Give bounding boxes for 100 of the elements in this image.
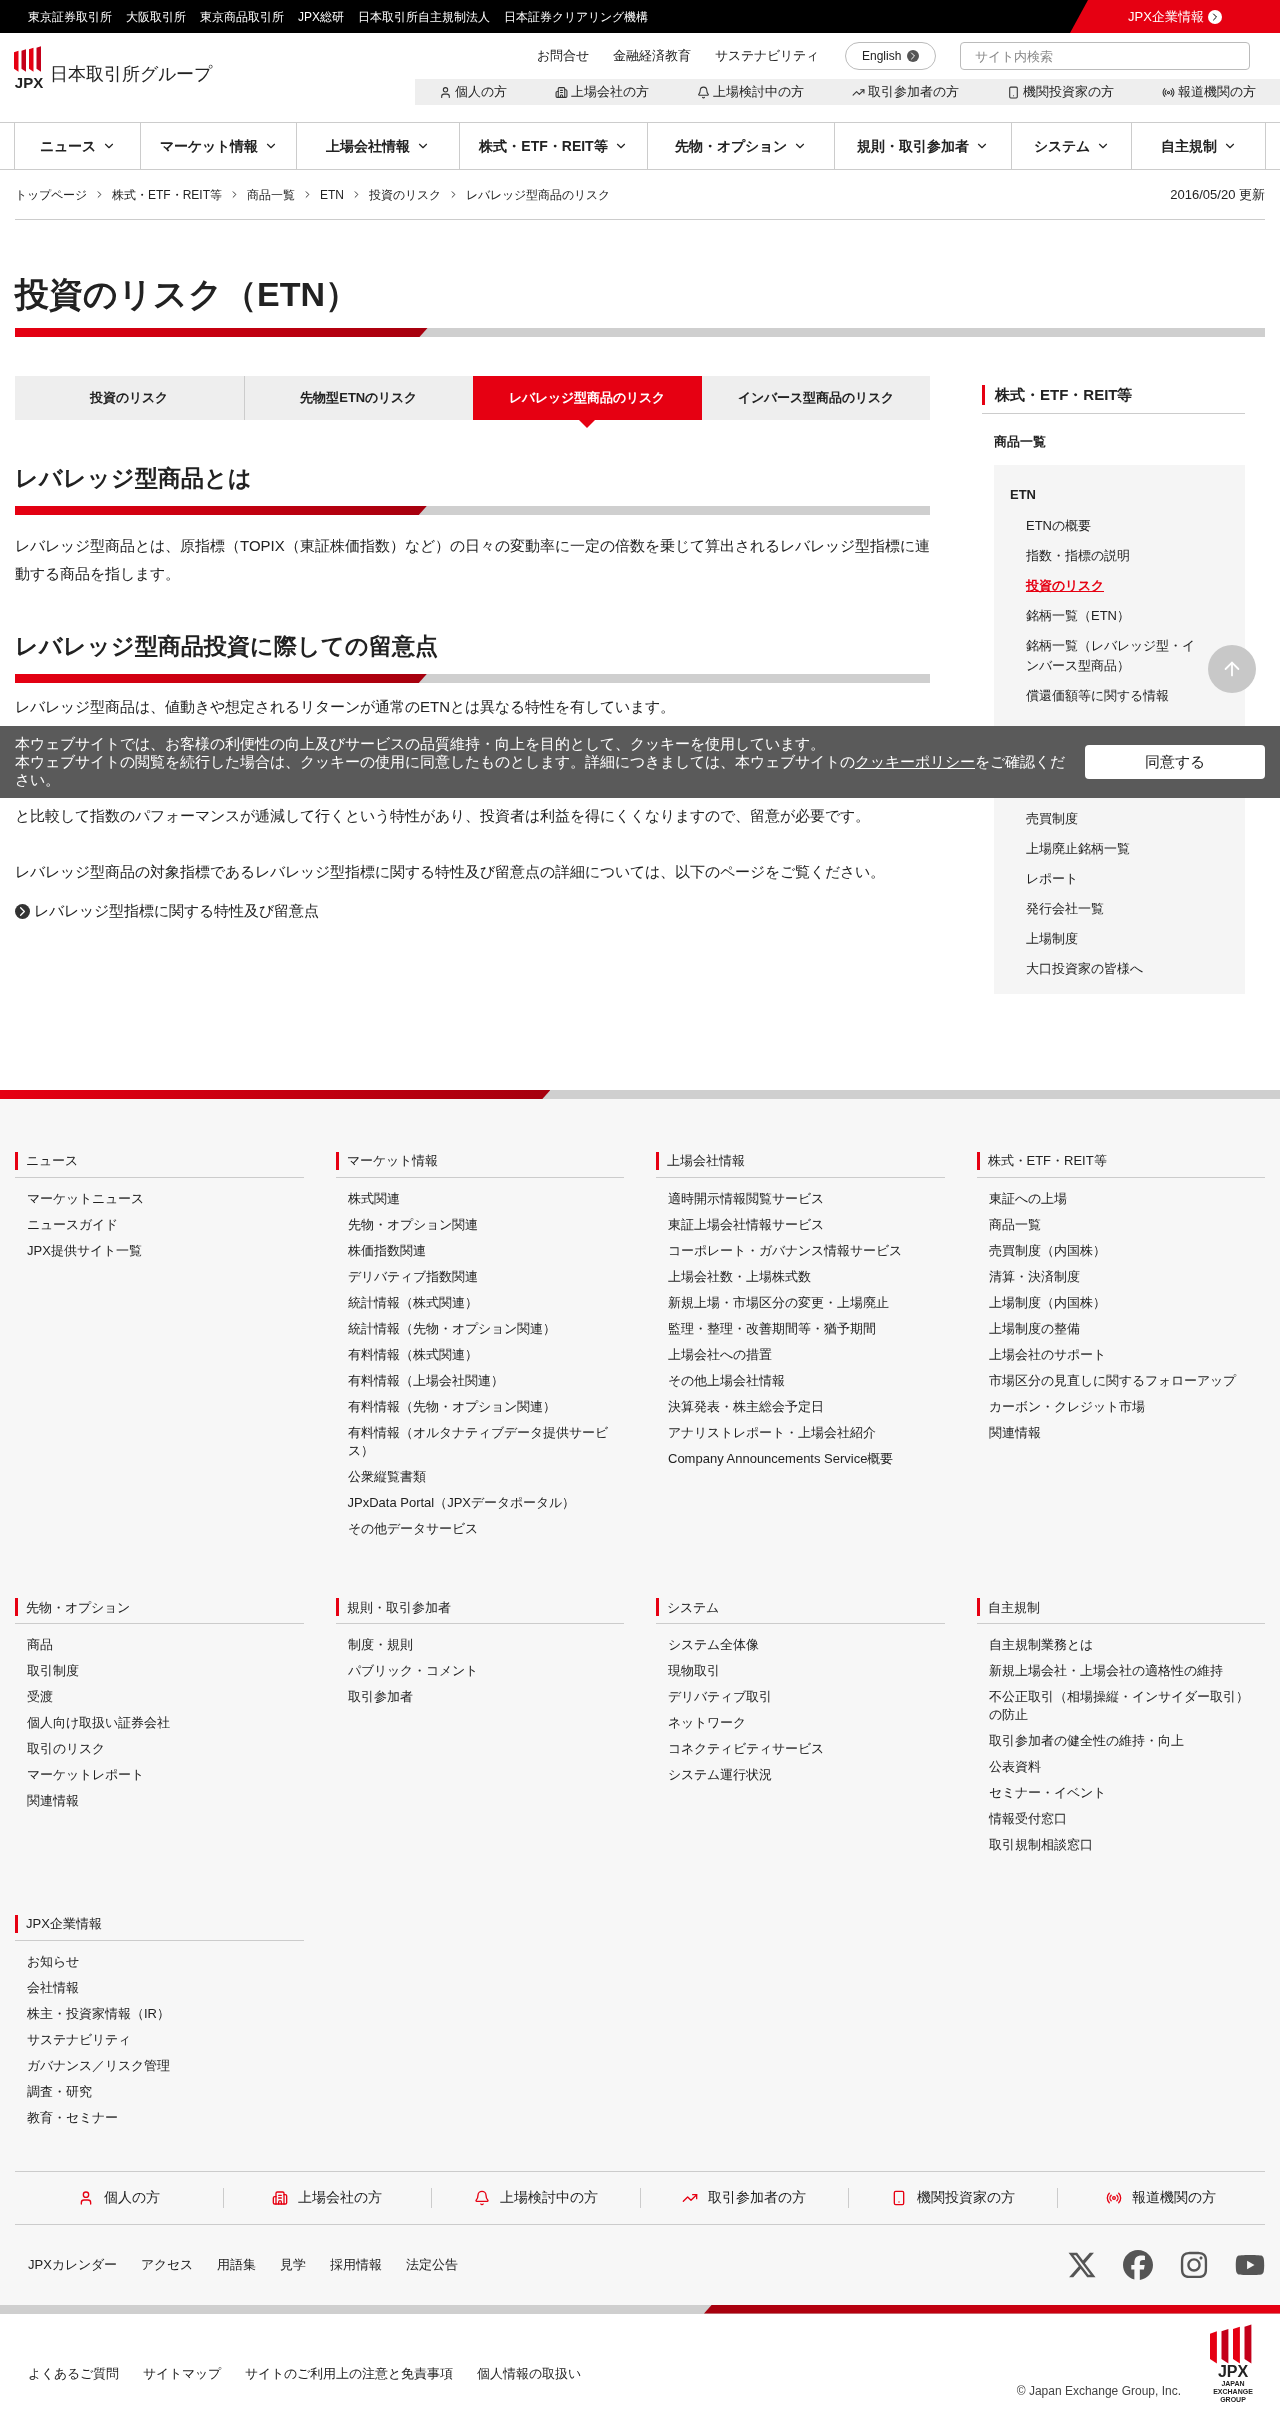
breadcrumb-link[interactable]: 投資のリスク [369, 185, 441, 204]
footer-link[interactable]: 関連情報 [988, 1419, 1265, 1446]
audience-link[interactable]: 上場検討中の方 [697, 82, 804, 102]
sidebar-item[interactable]: ETN [1010, 485, 1229, 505]
footer-link[interactable]: 取引参加者 [347, 1684, 624, 1710]
footer-link[interactable]: システム運行状況 [668, 1762, 945, 1788]
nav-item[interactable]: ニュース [14, 123, 140, 169]
footer-link[interactable]: ネットワーク [668, 1710, 945, 1736]
footer-link[interactable]: 取引参加者の健全性の維持・向上 [988, 1728, 1265, 1754]
footer-link[interactable]: 上場会社のサポート [988, 1341, 1265, 1368]
footer-link[interactable]: 売買制度（内国株） [988, 1237, 1265, 1264]
footer-link[interactable]: 有料情報（先物・オプション関連） [347, 1393, 624, 1420]
nav-item[interactable]: 先物・オプション [647, 123, 834, 169]
footer-link[interactable]: JPxData Portal（JPXデータポータル） [347, 1489, 624, 1516]
footer-link[interactable]: JPXカレンダー [28, 2254, 117, 2275]
sidebar-item[interactable]: 償還価額等に関する情報 [1010, 680, 1169, 711]
sidebar-item[interactable]: 指数・指標の説明 [1010, 540, 1130, 571]
footer-link[interactable]: 取引のリスク [27, 1736, 304, 1762]
footer-link[interactable]: その他上場会社情報 [668, 1367, 945, 1394]
footer-link[interactable]: 用語集 [216, 2254, 256, 2275]
footer-link[interactable]: 適時開示情報閲覧サービス [668, 1185, 945, 1212]
sidebar-item[interactable]: 大口投資家の皆様へ [1010, 954, 1143, 984]
footer-link[interactable]: 上場制度の整備 [988, 1315, 1265, 1342]
footer-link[interactable]: Company Announcements Service概要 [668, 1445, 945, 1472]
footer-link[interactable]: 教育・セミナー [27, 2104, 304, 2131]
footer-link[interactable]: 商品一覧 [988, 1211, 1265, 1238]
sidebar-item[interactable]: レポート [1010, 864, 1078, 894]
top-bar-link[interactable]: 東京商品取引所 [200, 7, 284, 26]
nav-item[interactable]: マーケット情報 [140, 123, 296, 169]
footer-link[interactable]: JPX提供サイト一覧 [27, 1237, 304, 1264]
audience-link[interactable]: 上場会社の方 [555, 82, 649, 102]
top-bar-link[interactable]: 大阪取引所 [126, 7, 186, 26]
footer-link[interactable]: パブリック・コメント [347, 1658, 624, 1684]
tab[interactable]: 投資のリスク [15, 376, 244, 420]
footer-link[interactable]: 株価指数関連 [347, 1237, 624, 1264]
tab[interactable]: 先物型ETNのリスク [243, 376, 473, 420]
footer-link[interactable]: 上場制度（内国株） [988, 1289, 1265, 1316]
audience-link[interactable]: 上場検討中の方 [432, 2187, 640, 2208]
footer-link[interactable]: 調査・研究 [27, 2078, 304, 2105]
nav-item[interactable]: システム [1011, 123, 1131, 169]
footer-link[interactable]: 採用情報 [329, 2254, 382, 2275]
footer-link[interactable]: お知らせ [27, 1948, 304, 1975]
audience-link[interactable]: 個人の方 [15, 2187, 223, 2208]
footer-link[interactable]: ニュースガイド [27, 1211, 304, 1238]
audience-link[interactable]: 取引参加者の方 [640, 2187, 848, 2208]
audience-link[interactable]: 個人の方 [439, 82, 507, 102]
footer-link[interactable]: コネクティビティサービス [668, 1736, 945, 1762]
footer-link[interactable]: 株主・投資家情報（IR） [27, 2000, 304, 2027]
footer-link[interactable]: システム全体像 [668, 1632, 945, 1658]
footer-link[interactable]: アクセス [140, 2254, 193, 2275]
agree-button[interactable]: 同意する [1085, 745, 1265, 779]
audience-link[interactable]: 機関投資家の方 [1007, 82, 1114, 102]
footer-link[interactable]: マーケットレポート [27, 1762, 304, 1788]
footer-link[interactable]: 制度・規則 [347, 1632, 624, 1658]
utility-link[interactable]: お問合せ [537, 46, 589, 66]
footer-link[interactable]: 受渡 [27, 1684, 304, 1710]
footer-link[interactable]: 公表資料 [988, 1754, 1265, 1780]
nav-item[interactable]: 規則・取引参加者 [834, 123, 1011, 169]
breadcrumb-link[interactable]: ETN [320, 185, 344, 204]
footer-link[interactable]: 個人向け取扱い証券会社 [27, 1710, 304, 1736]
breadcrumb-link[interactable]: 商品一覧 [247, 185, 295, 204]
sidebar-item[interactable]: ETNの概要 [1010, 510, 1091, 541]
footer-link[interactable]: 有料情報（上場会社関連） [347, 1367, 624, 1394]
sidebar-item[interactable]: 銘柄一覧（レバレッジ型・インバース型商品） [1010, 630, 1200, 681]
footer-link[interactable]: 不公正取引（相場操縦・インサイダー取引）の防止 [988, 1684, 1265, 1728]
footer-link[interactable]: 会社情報 [27, 1974, 304, 2001]
top-bar-link[interactable]: 日本取引所自主規制法人 [358, 7, 490, 26]
footer-link[interactable]: 新規上場会社・上場会社の適格性の維持 [988, 1658, 1265, 1684]
nav-item[interactable]: 自主規制 [1131, 123, 1266, 169]
audience-link[interactable]: 取引参加者の方 [852, 82, 959, 102]
sidebar-item[interactable]: 売買制度 [1010, 804, 1078, 834]
footer-link[interactable]: 株式関連 [347, 1185, 624, 1212]
facebook-icon[interactable] [1123, 2249, 1153, 2280]
nav-item[interactable]: 上場会社情報 [296, 123, 459, 169]
footer-link[interactable]: 東証への上場 [988, 1185, 1265, 1212]
footer-link[interactable]: 監理・整理・改善期間等・猶予期間 [668, 1315, 945, 1342]
footer-link[interactable]: 東証上場会社情報サービス [668, 1211, 945, 1238]
search-field[interactable]: サイト内検索 [960, 42, 1251, 70]
sidebar-item[interactable]: 上場廃止銘柄一覧 [1010, 834, 1130, 864]
corporate-link[interactable]: JPX企業情報 [1070, 0, 1280, 33]
footer-link[interactable]: 新規上場・市場区分の変更・上場廃止 [668, 1289, 945, 1316]
footer-link[interactable]: 上場会社への措置 [668, 1341, 945, 1368]
cookie-policy-link[interactable]: クッキーポリシー [855, 753, 975, 770]
instagram-icon[interactable] [1179, 2249, 1209, 2280]
footer-link[interactable]: カーボン・クレジット市場 [988, 1393, 1265, 1420]
footer-link[interactable]: サステナビリティ [27, 2026, 304, 2053]
footer-link[interactable]: 取引規制相談窓口 [988, 1832, 1265, 1858]
legal-link[interactable]: 個人情報の取扱い [477, 2363, 581, 2383]
footer-link[interactable]: 取引制度 [27, 1658, 304, 1684]
footer-link[interactable]: アナリストレポート・上場会社紹介 [668, 1419, 945, 1446]
footer-link[interactable]: 商品 [27, 1632, 304, 1658]
footer-link[interactable]: デリバティブ指数関連 [347, 1263, 624, 1290]
footer-link[interactable]: 上場会社数・上場株式数 [668, 1263, 945, 1290]
footer-link[interactable]: 有料情報（株式関連） [347, 1341, 624, 1368]
footer-link[interactable]: 清算・決済制度 [988, 1263, 1265, 1290]
top-bar-link[interactable]: 東京証券取引所 [28, 7, 112, 26]
footer-link[interactable]: 公衆縦覧書類 [347, 1463, 624, 1490]
audience-link[interactable]: 報道機関の方 [1162, 82, 1256, 102]
audience-link[interactable]: 機関投資家の方 [849, 2187, 1057, 2208]
footer-link[interactable]: 有料情報（オルタナティブデータ提供サービス） [347, 1419, 624, 1464]
